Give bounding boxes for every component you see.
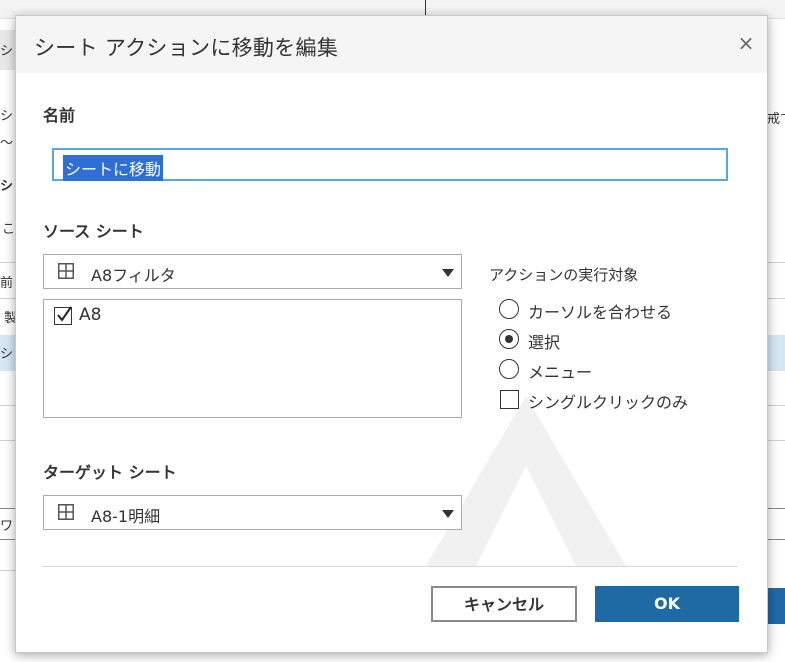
worksheet-grid-icon (58, 504, 74, 520)
background-row-line (0, 440, 15, 441)
background-row-line (765, 440, 785, 441)
background-row-line (0, 570, 15, 571)
background-text: 前 (0, 276, 14, 291)
footer-divider (42, 566, 738, 567)
name-input[interactable]: シートに移動 (52, 148, 728, 181)
radio-menu[interactable] (499, 359, 519, 379)
checkmark-icon (57, 306, 72, 322)
background-button (765, 588, 785, 624)
single-click-checkbox[interactable] (500, 390, 519, 409)
name-label: 名前 (43, 106, 76, 125)
background-row-line (0, 298, 15, 299)
background-selected-row (765, 335, 785, 371)
background-row-line (0, 405, 15, 406)
background-text: こ (2, 222, 15, 237)
edit-sheet-action-dialog: シート アクションに移動を編集 × 名前 シートに移動 ソース シート A8フィ… (15, 15, 768, 653)
background-row-line (0, 262, 15, 263)
background-row-line (765, 298, 785, 299)
source-sheet-value: A8フィルタ (91, 266, 176, 285)
dialog-title: シート アクションに移動を編集 (34, 36, 339, 60)
background-text: シ (0, 179, 14, 194)
source-item-checkbox[interactable] (54, 306, 72, 325)
radio-menu-label[interactable]: メニュー (528, 359, 592, 383)
source-sheet-list[interactable]: A8 (43, 299, 462, 418)
radio-select[interactable] (499, 329, 519, 349)
background-text: 製 (4, 311, 15, 326)
source-sheet-label: ソース シート (43, 222, 144, 241)
background-row-line (765, 262, 785, 263)
background-text: ワシ (0, 519, 14, 534)
background-text: シ (0, 44, 14, 59)
radio-hover-label[interactable]: カーソルを合わせる (528, 299, 672, 323)
chevron-down-icon (442, 269, 454, 277)
background-text: 戒て (767, 112, 785, 127)
target-sheet-label: ターゲット シート (43, 463, 177, 482)
ok-button[interactable]: OK (595, 586, 739, 622)
radio-select-label[interactable]: 選択 (528, 329, 560, 353)
name-input-value: シートに移動 (63, 155, 164, 181)
dialog-titlebar: シート アクションに移動を編集 × (16, 16, 767, 73)
background-text: シ (0, 347, 14, 362)
target-sheet-dropdown[interactable]: A8-1明細 (43, 495, 462, 530)
background-text: 〜 (0, 136, 14, 151)
worksheet-grid-icon (58, 263, 74, 279)
chevron-down-icon (442, 510, 454, 518)
background-field (765, 508, 785, 540)
radio-hover[interactable] (499, 299, 519, 319)
source-item-label: A8 (79, 305, 102, 325)
run-on-label: アクションの実行対象 (489, 266, 639, 284)
cancel-button[interactable]: キャンセル (431, 586, 577, 622)
source-sheet-dropdown[interactable]: A8フィルタ (43, 254, 462, 289)
background-row-line (765, 405, 785, 406)
close-icon[interactable]: × (737, 33, 755, 53)
target-sheet-value: A8-1明細 (91, 507, 161, 526)
single-click-label[interactable]: シングルクリックのみ (528, 389, 688, 413)
background-text: シ (0, 109, 14, 124)
watermark-graphic (426, 396, 626, 566)
